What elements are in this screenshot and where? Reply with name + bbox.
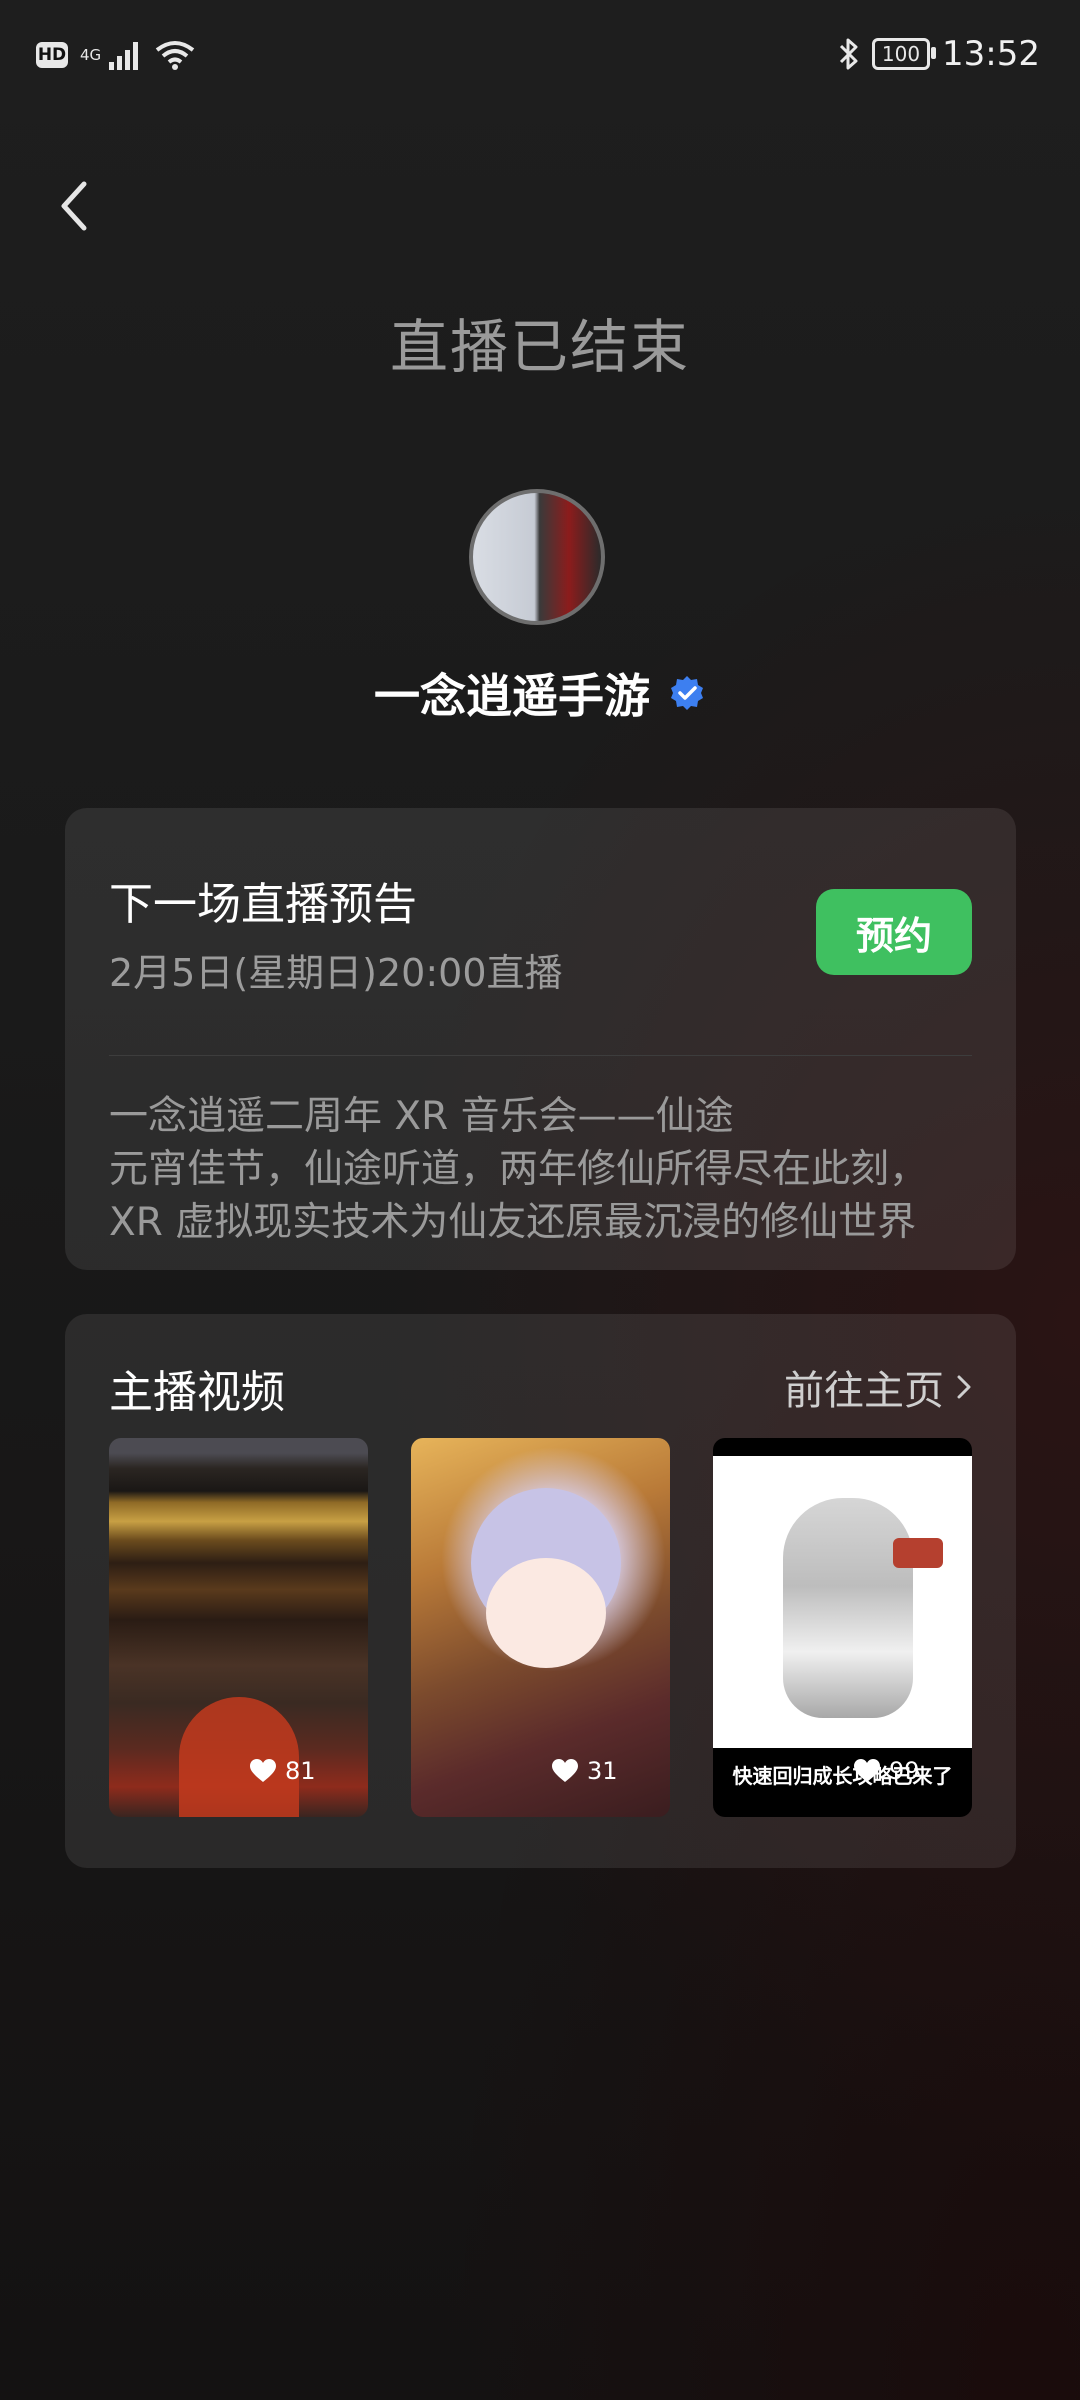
thumbnail-horn: [893, 1538, 943, 1568]
preview-desc-line: 一念逍遥二周年 XR 音乐会——仙途: [109, 1094, 734, 1139]
like-count-value: 31: [587, 1757, 618, 1785]
like-count-value: 99: [889, 1757, 920, 1785]
divider: [109, 1055, 972, 1056]
bluetooth-icon: [839, 38, 858, 70]
battery-level: 100: [881, 42, 921, 66]
anchor-videos-card: 主播视频 前往主页 81 31 快速回归成长攻略已来了 99: [65, 1314, 1016, 1868]
go-to-homepage-label: 前往主页: [784, 1368, 944, 1414]
like-count: 81: [249, 1757, 316, 1785]
wifi-icon: [155, 41, 195, 70]
heart-icon: [552, 1759, 578, 1782]
like-count: 99: [853, 1757, 920, 1785]
anchor-avatar[interactable]: [469, 489, 605, 625]
preview-desc-line: 元宵佳节，仙途听道，两年修仙所得尽在此刻，: [109, 1147, 929, 1192]
battery-icon: 100: [872, 38, 937, 70]
videos-section-title: 主播视频: [109, 1367, 285, 1418]
video-thumbnail[interactable]: 31: [411, 1438, 670, 1817]
heart-icon: [250, 1759, 276, 1782]
hd-badge: HD: [36, 42, 68, 68]
preview-time: 2月5日(星期日)20:00直播: [109, 951, 563, 995]
signal-icon: [109, 42, 139, 70]
heart-icon: [854, 1759, 880, 1782]
network-type: 4G: [80, 46, 102, 64]
status-bar: HD 4G 100 13:52: [0, 0, 1080, 118]
page-title: 直播已结束: [389, 313, 690, 381]
like-count-value: 81: [285, 1757, 316, 1785]
anchor-info: 一念逍遥手游: [0, 660, 1080, 726]
thumbnail-character: [783, 1498, 913, 1718]
back-button[interactable]: [50, 170, 110, 240]
preview-desc-line: XR 虚拟现实技术为仙友还原最沉浸的修仙世界: [109, 1200, 917, 1245]
video-thumbnail[interactable]: 快速回归成长攻略已来了 99: [713, 1438, 972, 1817]
next-live-preview-card: 下一场直播预告 2月5日(星期日)20:00直播 预约 一念逍遥二周年 XR 音…: [65, 808, 1016, 1270]
go-to-homepage-link[interactable]: 前往主页: [784, 1358, 972, 1416]
video-list: 81 31 快速回归成长攻略已来了 99: [109, 1438, 972, 1817]
video-caption: 快速回归成长攻略已来了: [732, 1764, 953, 1788]
like-count: 31: [551, 1757, 618, 1785]
verified-badge-icon: [671, 676, 703, 710]
status-left: HD 4G: [36, 40, 195, 70]
clock: 13:52: [942, 34, 1040, 74]
anchor-name[interactable]: 一念逍遥手游: [374, 660, 650, 726]
chevron-right-icon: [957, 1375, 971, 1399]
chevron-left-icon: [61, 181, 87, 231]
reserve-button[interactable]: 预约: [816, 889, 972, 975]
preview-description: 一念逍遥二周年 XR 音乐会——仙途 元宵佳节，仙途听道，两年修仙所得尽在此刻，…: [109, 1090, 989, 1249]
preview-title: 下一场直播预告: [109, 879, 417, 930]
status-right: 100 13:52: [838, 34, 1040, 74]
video-thumbnail[interactable]: 81: [109, 1438, 368, 1817]
